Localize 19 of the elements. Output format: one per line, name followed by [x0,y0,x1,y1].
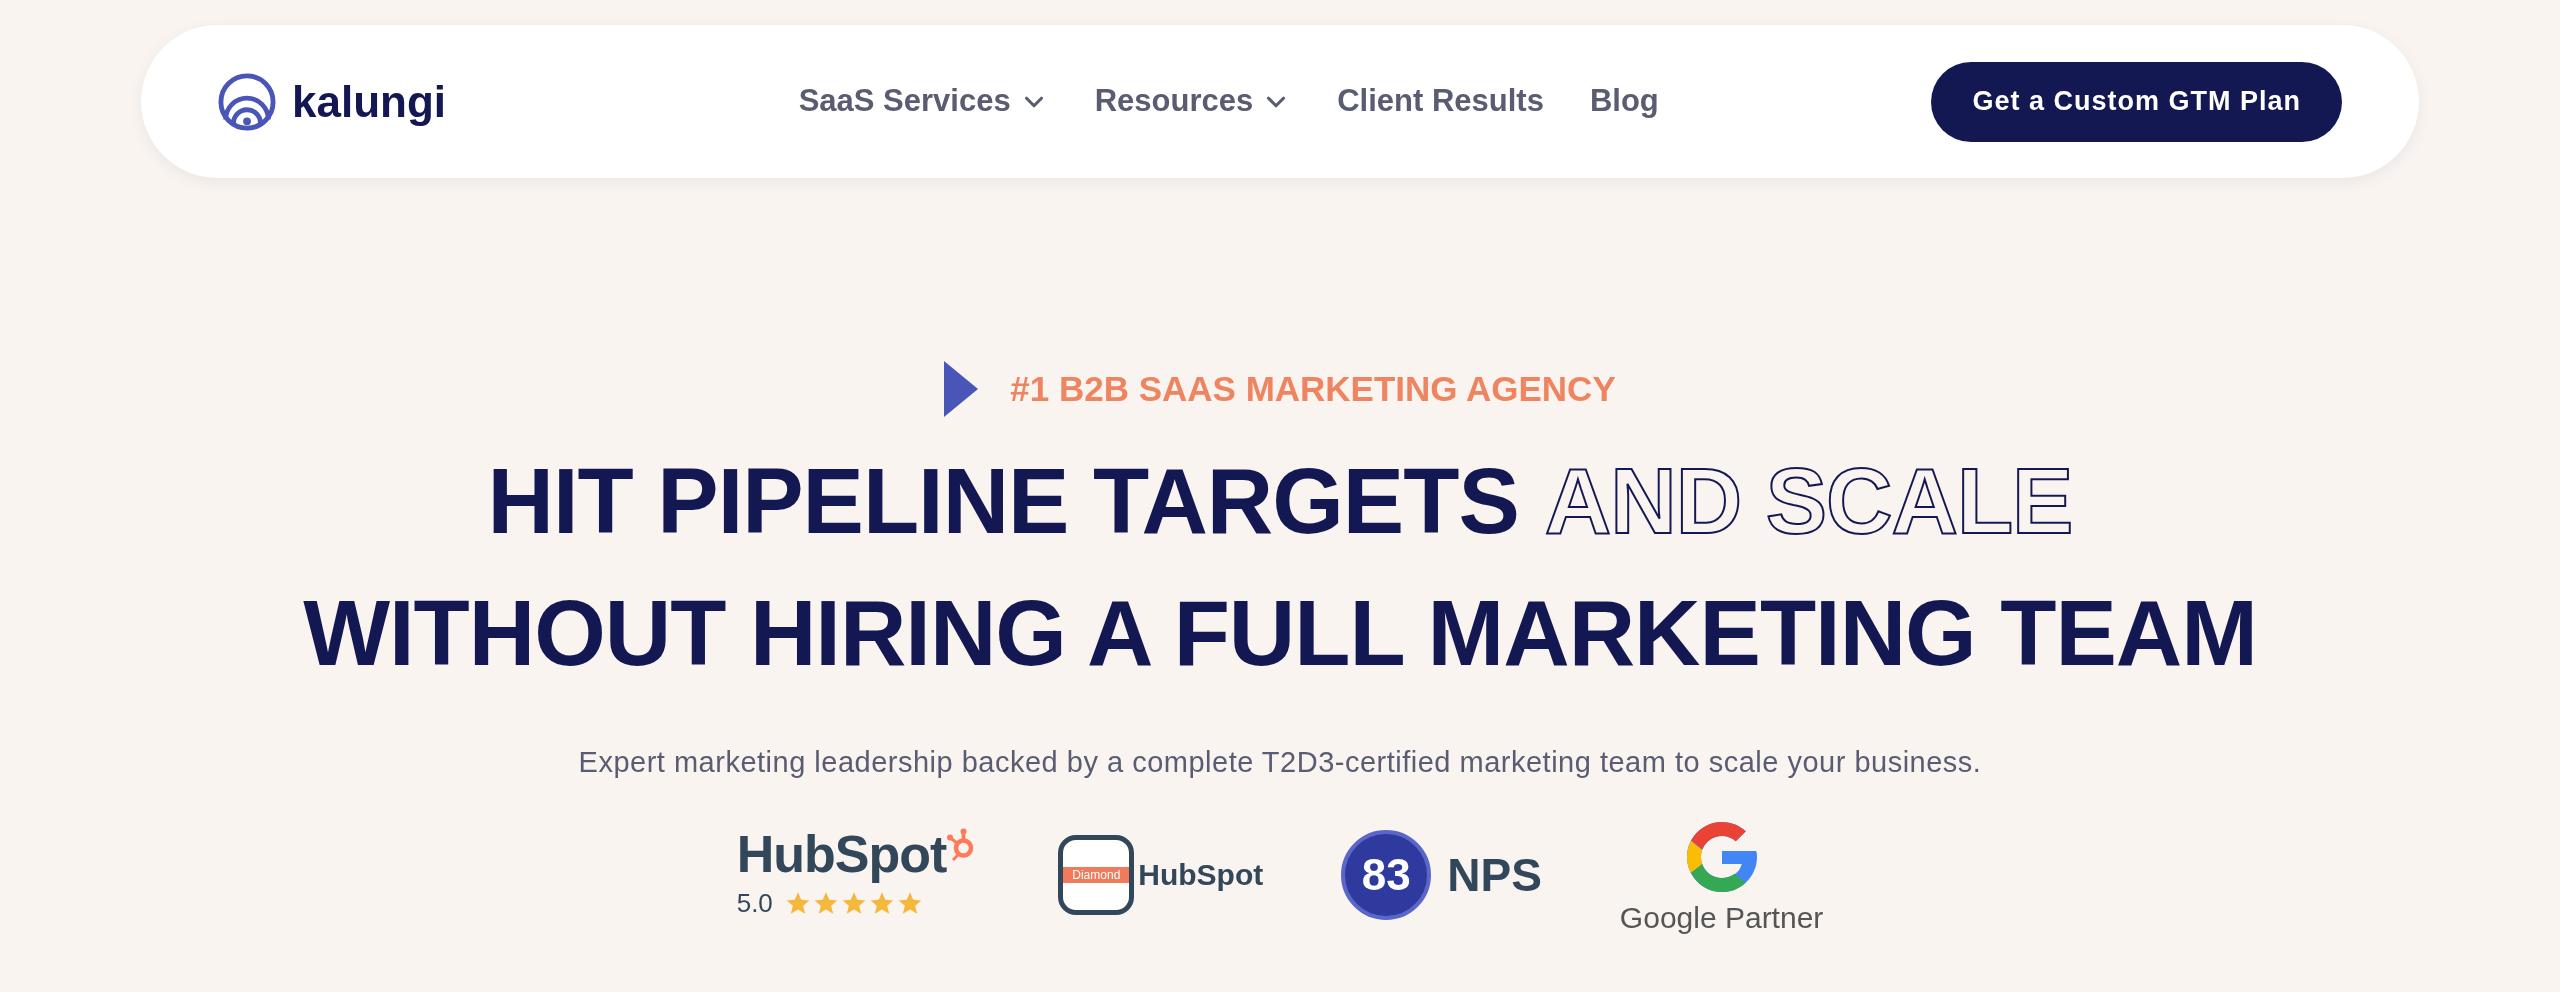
nps-label: NPS [1447,847,1542,903]
headline-text: WITHOUT HIRING A FULL MARKETING TEAM [303,581,2257,686]
hubspot-logo: HubSpot [1138,860,1264,891]
partner-tier: Diamond [1063,867,1130,884]
rating-score: 5.0 [736,886,773,920]
nps-score: 83 [1361,849,1411,902]
cta-button[interactable]: Get a Custom GTM Plan [1931,61,2342,142]
concentric-arcs-icon [218,72,276,131]
google-partner-label: Google Partner [1619,899,1824,936]
nav-link[interactable]: SaaS Services [798,78,1049,125]
hero-subtitle: Expert marketing leadership backed by a complete T2D3-certified marketing team to scale your business. [578,745,1982,780]
eyebrow-text: #1 B2B SAAS MARKETING AGENCY [1010,367,1616,410]
brand-logo[interactable]: kalungi [218,68,447,135]
headline-text: AND SCALE [1544,449,2073,554]
nav-link[interactable]: Blog [1589,78,1659,125]
nav-link[interactable]: Resources [1094,78,1292,125]
nav-link[interactable]: Client Results [1337,78,1544,125]
headline-text: HIT PIPELINE TARGETS [487,449,1519,554]
triangle-icon [944,361,979,417]
